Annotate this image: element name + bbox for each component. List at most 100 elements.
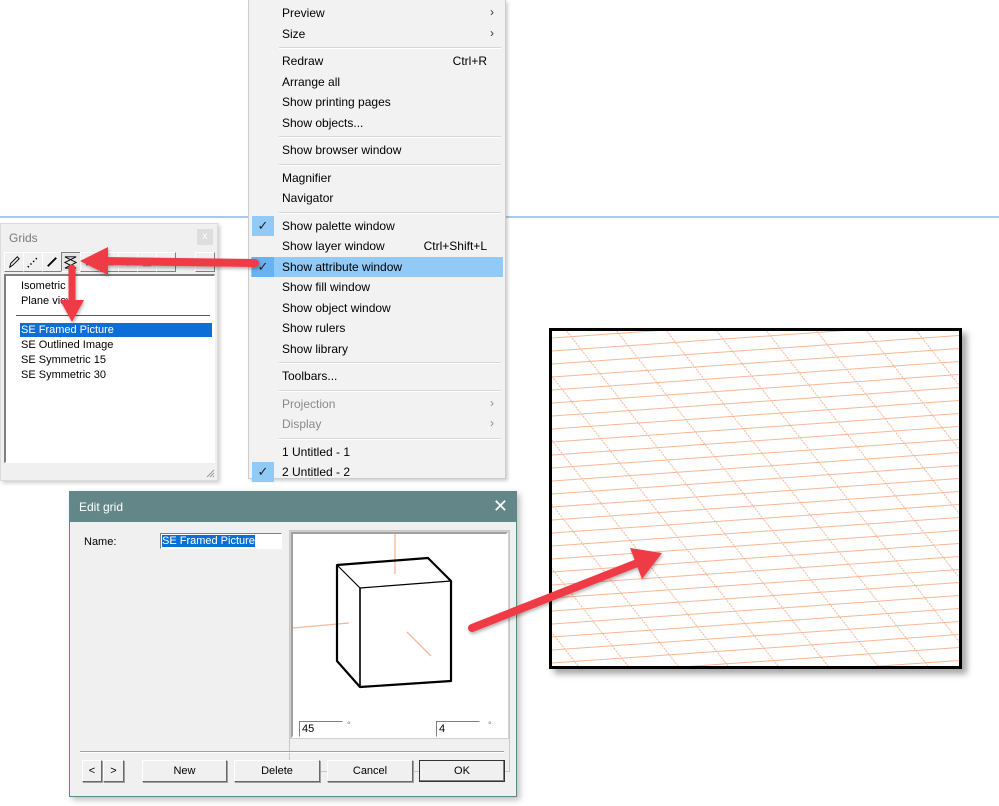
framed-picture-canvas[interactable]: [549, 328, 962, 669]
dialog-separator: [80, 751, 504, 753]
menu-item-size[interactable]: Size ›: [251, 24, 503, 44]
angle-input[interactable]: 45: [299, 721, 343, 737]
preview-axis-horizontal: [292, 622, 350, 629]
pencil-tool-button[interactable]: [4, 252, 24, 272]
delete-button[interactable]: Delete: [234, 760, 320, 782]
grid-list-item[interactable]: SE Symmetric 15: [20, 353, 107, 367]
tilt-input[interactable]: 4: [436, 721, 480, 737]
menu-item-show-library[interactable]: Show library: [251, 339, 503, 359]
grid-line-horizontal: [552, 478, 959, 508]
menu-item-show-palette-window[interactable]: ✓ Show palette window: [251, 215, 503, 236]
close-icon[interactable]: ✕: [493, 496, 508, 516]
grid-line-horizontal: [552, 348, 959, 378]
grid-name-input[interactable]: SE Framed Picture: [160, 533, 282, 549]
menu-item-show-attribute-window[interactable]: ✓ Show attribute window: [251, 256, 503, 277]
menu-item-arrange-all[interactable]: Arrange all: [251, 72, 503, 92]
menu-item-show-printing-pages[interactable]: Show printing pages: [251, 92, 503, 112]
grid-line-horizontal: [552, 465, 959, 495]
dotted-line-icon: [27, 256, 39, 268]
checkmark-icon: ✓: [252, 256, 274, 277]
grid-line-horizontal: [552, 621, 959, 651]
edit-grid-dialog: Edit grid ✕ Name: SE Framed Picture 45 °…: [69, 491, 517, 797]
grid-list-item[interactable]: SE Symmetric 30: [20, 368, 107, 382]
menu-separator: [279, 136, 501, 138]
menu-item-1-untitled-1[interactable]: 1 Untitled - 1: [251, 442, 503, 462]
grid-line-horizontal: [552, 608, 959, 638]
grid-line-diagonal: [552, 567, 629, 666]
menu-item-display: Display ›: [251, 414, 503, 434]
menu-item-magnifier[interactable]: Magnifier: [251, 168, 503, 188]
grid-list-item-selected[interactable]: SE Framed Picture: [20, 323, 212, 337]
grid-list-item[interactable]: Isometric: [20, 279, 67, 293]
tool-8-icon: [142, 258, 152, 267]
menu-item-label: Show browser window: [282, 143, 402, 157]
checkmark-icon: ✓: [252, 215, 274, 236]
tool-8-tool-button[interactable]: [137, 252, 157, 272]
dotted-line-tool-button[interactable]: [23, 252, 43, 272]
grids-close-button[interactable]: x: [197, 229, 213, 245]
menu-item-projection: Projection ›: [251, 394, 503, 414]
menu-separator: [279, 389, 501, 392]
menu-item-redraw[interactable]: Redraw Ctrl+R: [251, 51, 503, 71]
grid-list-item[interactable]: SE Outlined Image: [20, 338, 114, 352]
submenu-arrow-icon: ›: [490, 25, 494, 40]
menu-item-label: Show palette window: [282, 218, 395, 233]
isometric-grid: [552, 331, 959, 666]
cancel-button[interactable]: Cancel: [327, 760, 413, 782]
menu-item-preview[interactable]: Preview ›: [251, 3, 503, 23]
grid-line-diagonal: [552, 503, 679, 666]
menu-item-show-fill-window[interactable]: Show fill window: [251, 277, 503, 297]
menu-item-label: Magnifier: [282, 170, 332, 185]
resize-grip-icon[interactable]: [205, 468, 215, 478]
menu-item-label: 1 Untitled - 1: [282, 444, 351, 459]
grid-line-horizontal: [552, 517, 959, 547]
next-grid-button[interactable]: >: [103, 760, 124, 782]
grid-isometric-tool-button[interactable]: [61, 252, 81, 272]
tool-5-tool-button[interactable]: [80, 252, 100, 272]
menu-item-show-browser-window[interactable]: Show browser window: [251, 140, 503, 160]
previous-grid-button[interactable]: <: [82, 760, 102, 782]
menu-separator: [279, 47, 501, 49]
menu-item-shortcut: Ctrl+Shift+L: [423, 239, 487, 253]
angle-unit: °: [347, 720, 351, 730]
grid-list-item[interactable]: Plane view: [20, 294, 75, 308]
menu-separator: [279, 163, 501, 166]
checkmark-icon: ✓: [252, 462, 274, 482]
menu-item-show-objects[interactable]: Show objects...: [251, 113, 503, 133]
menu-item-shortcut: Ctrl+R: [452, 54, 487, 68]
cube-preview-icon: [292, 534, 453, 689]
name-label: Name:: [84, 536, 117, 548]
tool-6-tool-button[interactable]: [99, 252, 119, 272]
menu-item-label: Show objects...: [282, 115, 364, 130]
new-button[interactable]: New: [142, 760, 227, 782]
menu-item-label: Show attribute window: [282, 259, 403, 274]
submenu-arrow-icon: ›: [490, 5, 494, 19]
tool-5-icon: [86, 257, 93, 266]
grid-line-horizontal: [552, 452, 959, 482]
edit-grid-titlebar: Edit grid ✕: [70, 492, 516, 522]
menu-item-label: Arrange all: [282, 74, 341, 89]
grid-line-horizontal: [552, 530, 959, 560]
grid-line-horizontal: [552, 556, 959, 586]
menu-item-label: Toolbars...: [282, 369, 338, 383]
menu-item-show-layer-window[interactable]: Show layer window Ctrl+Shift+L: [251, 236, 503, 256]
tool-9-tool-button[interactable]: [156, 252, 176, 272]
menu-item-2-untitled-2[interactable]: ✓ 2 Untitled - 2: [251, 462, 503, 482]
tool-10-tool-button[interactable]: [195, 252, 215, 272]
menu-item-toolbars[interactable]: Toolbars...: [251, 366, 503, 386]
grids-window-title: Grids: [9, 231, 38, 245]
grid-line-horizontal: [552, 595, 959, 625]
menu-item-show-rulers[interactable]: Show rulers: [251, 318, 503, 338]
submenu-arrow-icon: ›: [490, 416, 494, 430]
menu-item-show-object-window[interactable]: Show object window: [251, 298, 503, 318]
ok-button[interactable]: OK: [419, 760, 505, 782]
grid-line-horizontal: [552, 361, 959, 391]
grid-line-diagonal: [666, 331, 929, 666]
menu-item-navigator[interactable]: Navigator: [251, 188, 503, 208]
grid-line-diagonal: [716, 331, 959, 643]
grid-line-diagonal: [916, 331, 959, 387]
tool-7-tool-button[interactable]: 3: [118, 252, 138, 272]
line-tool-button[interactable]: [42, 252, 62, 272]
grids-list[interactable]: Isometric Plane view SE Framed Picture S…: [4, 274, 215, 463]
grid-line-horizontal: [552, 543, 959, 573]
